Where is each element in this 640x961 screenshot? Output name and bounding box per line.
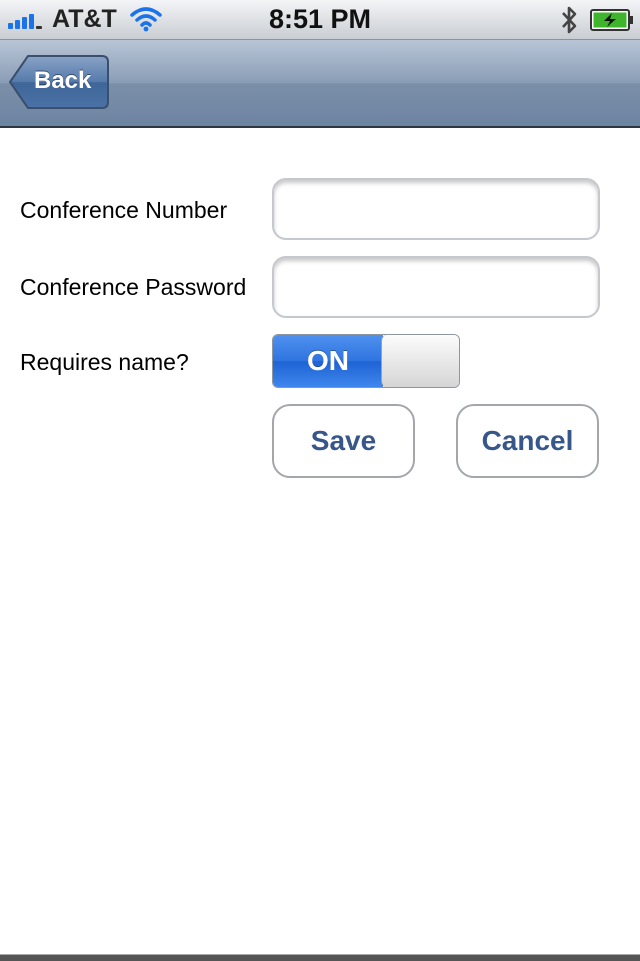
bluetooth-icon (562, 6, 577, 34)
requires-name-label: Requires name? (20, 349, 189, 375)
back-button[interactable]: Back (8, 54, 110, 110)
toggle-state-label: ON (307, 345, 349, 376)
save-button[interactable]: Save (272, 404, 415, 478)
back-button-label: Back (34, 67, 92, 94)
status-bar: AT&T 8:51 PM (0, 0, 640, 40)
toggle-knob (381, 335, 459, 387)
cancel-button[interactable]: Cancel (456, 404, 599, 478)
toggle-on-track: ON (273, 335, 383, 387)
status-time: 8:51 PM (268, 4, 372, 34)
conference-password-input[interactable] (272, 256, 600, 318)
conference-number-label: Conference Number (20, 197, 228, 223)
requires-name-toggle[interactable]: ON (272, 334, 460, 388)
conference-password-label: Conference Password (20, 274, 247, 300)
navigation-bar: Back (0, 40, 640, 128)
battery-icon (590, 9, 633, 31)
conference-number-input[interactable] (272, 178, 600, 240)
